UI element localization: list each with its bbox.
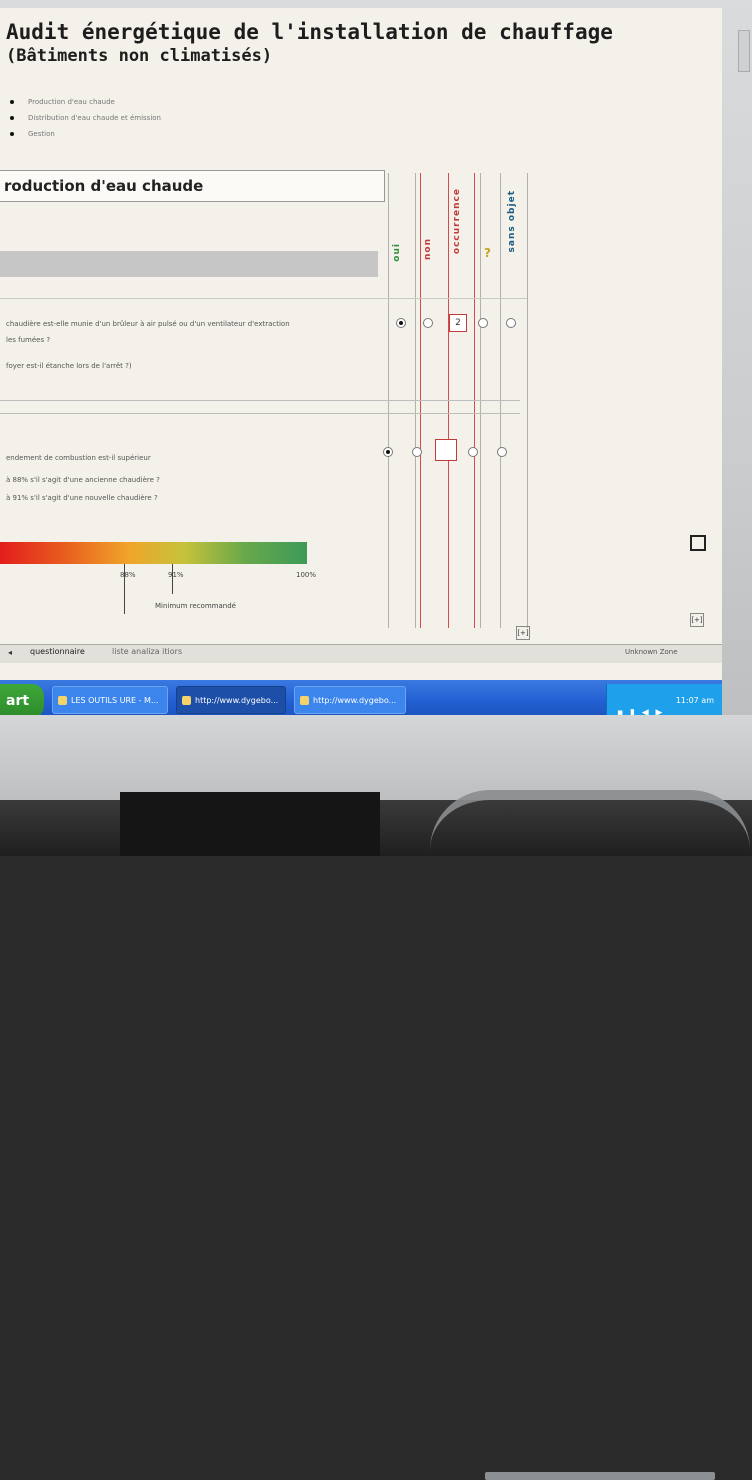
monitor-stand — [120, 792, 380, 856]
question-text: les fumées ? — [6, 336, 51, 344]
status-zone: Unknown Zone — [625, 648, 678, 656]
gauge-marker — [172, 564, 173, 594]
answer-non-radio[interactable] — [423, 318, 433, 328]
tab-indicateurs[interactable]: liste analiza itiors — [112, 647, 182, 656]
taskbar-item[interactable]: LES OUTILS URE - M... — [52, 686, 168, 714]
answer-non-radio[interactable] — [412, 447, 422, 457]
question-text: endement de combustion est-il supérieur — [6, 454, 151, 462]
answer-sans-objet-radio[interactable] — [497, 447, 507, 457]
section-title: roduction d'eau chaude — [4, 177, 204, 195]
column-header-sans-objet: sans objet — [507, 190, 517, 253]
sheet-tabbar: ◂ questionnaire liste analiza itiors Unk… — [0, 644, 722, 663]
window-scrollbar[interactable] — [738, 30, 750, 72]
gauge-tick: 88% — [120, 571, 136, 579]
tray-icons[interactable]: ▪ ▮ ◀ ▶ — [617, 696, 664, 715]
answer-sans-objet-radio[interactable] — [506, 318, 516, 328]
list-item[interactable]: Distribution d'eau chaude et émission — [10, 110, 161, 126]
browser-icon — [300, 696, 309, 705]
column-header-question: ? — [484, 246, 492, 260]
checkbox-icon[interactable] — [690, 535, 706, 551]
browser-icon — [182, 696, 191, 705]
answer-oui-radio[interactable] — [396, 318, 406, 328]
list-item[interactable]: Production d'eau chaude — [10, 94, 161, 110]
taskbar: art LES OUTILS URE - M... http://www.dyg… — [0, 680, 722, 715]
taskbar-item[interactable]: http://www.dygebo... — [294, 686, 406, 714]
row-divider — [0, 400, 520, 401]
question-text: à 91% s'il s'agit d'une nouvelle chaudiè… — [6, 494, 158, 502]
page-title: Audit énergétique de l'installation de c… — [6, 20, 613, 44]
questions-table — [0, 298, 527, 629]
question-text: à 88% s'il s'agit d'une ancienne chaudiè… — [6, 476, 160, 484]
taskbar-item-label: LES OUTILS URE - M... — [71, 696, 159, 705]
gauge-tick: 91% — [168, 571, 184, 579]
clock[interactable]: 11:07 am — [676, 696, 714, 705]
taskbar-item-label: http://www.dygebo... — [195, 696, 279, 705]
system-tray: ▪ ▮ ◀ ▶ 11:07 am — [606, 684, 722, 715]
row-divider — [0, 413, 520, 414]
section-list: Production d'eau chaude Distribution d'e… — [10, 94, 161, 142]
occurrence-input[interactable] — [435, 439, 457, 461]
monitor-buttons — [485, 1472, 715, 1480]
question-text: chaudière est-elle munie d'un brûleur à … — [6, 320, 290, 328]
cable — [430, 790, 750, 850]
page-subtitle: (Bâtiments non climatisés) — [6, 46, 273, 66]
list-item[interactable]: Gestion — [10, 126, 161, 142]
column-header-non: non — [423, 238, 433, 260]
column-divider — [527, 173, 528, 628]
gauge-note: Minimum recommandé — [155, 602, 236, 610]
answer-oui-radio[interactable] — [383, 447, 393, 457]
tab-questionnaire[interactable]: questionnaire — [30, 647, 85, 656]
question-text: foyer est-il étanche lors de l'arrêt ?) — [6, 362, 132, 370]
occurrence-input[interactable]: 2 — [449, 314, 467, 332]
tab-scroll-left-icon[interactable]: ◂ — [8, 648, 12, 657]
taskbar-item-label: http://www.dygebo... — [313, 696, 397, 705]
section-header: roduction d'eau chaude — [0, 170, 385, 202]
start-button[interactable]: art — [0, 684, 44, 715]
answer-question-radio[interactable] — [478, 318, 488, 328]
taskbar-item[interactable]: http://www.dygebo... — [176, 686, 286, 714]
answer-question-radio[interactable] — [468, 447, 478, 457]
window-icon — [58, 696, 67, 705]
expand-button[interactable]: [+] — [516, 626, 530, 640]
expand-button[interactable]: [+] — [690, 613, 704, 627]
section-band — [0, 251, 378, 277]
efficiency-gauge — [0, 542, 307, 564]
screen: Audit énergétique de l'installation de c… — [0, 8, 722, 715]
gauge-tick: 100% — [296, 571, 317, 579]
column-header-oui: oui — [392, 243, 402, 262]
column-header-occurrence: occurrence — [452, 188, 462, 255]
